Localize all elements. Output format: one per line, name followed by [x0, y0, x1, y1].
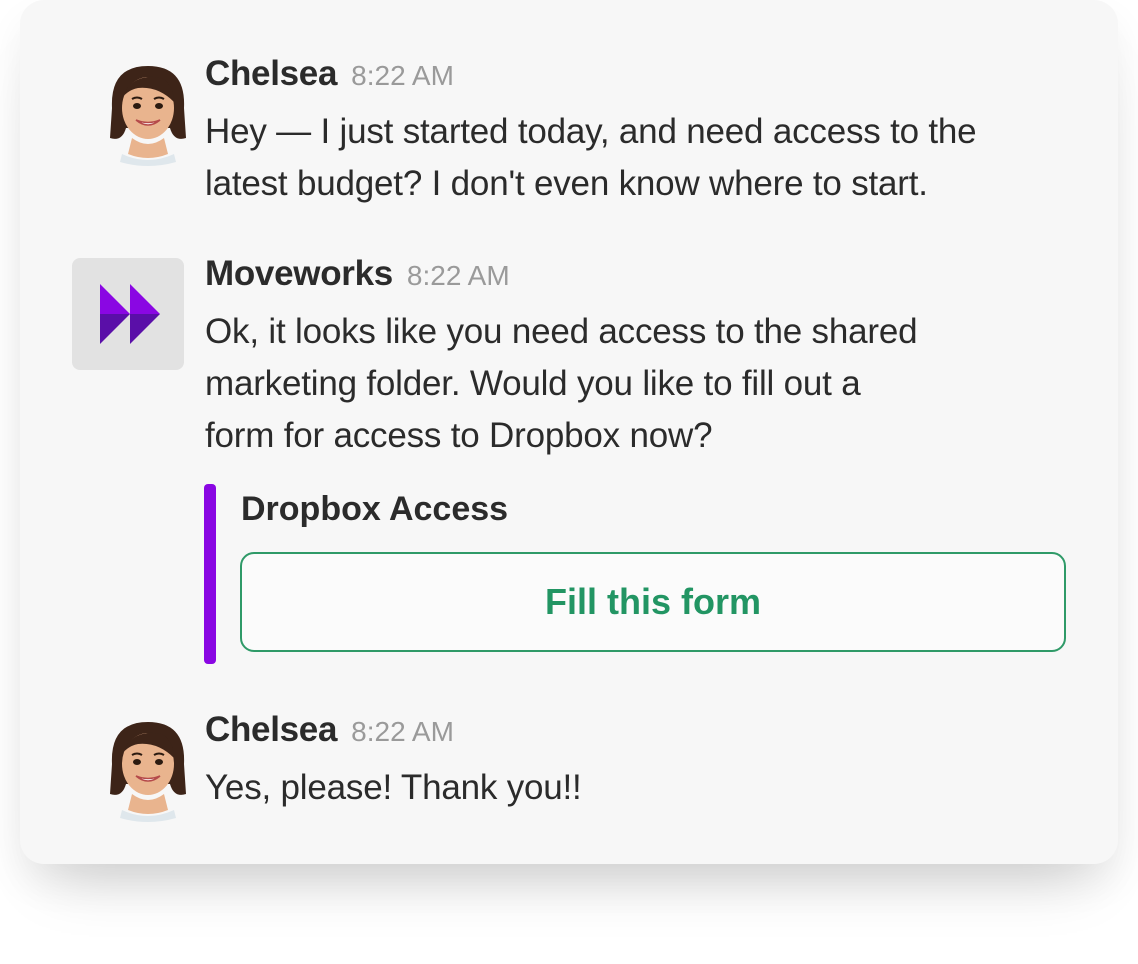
bot-avatar[interactable] [72, 258, 184, 370]
message-line: marketing folder. Would you like to fill… [205, 364, 861, 403]
message-line: latest budget? I don't even know where t… [205, 164, 928, 203]
message-header: Chelsea 8:22 AM [205, 710, 454, 750]
message-header: Chelsea 8:22 AM [205, 54, 454, 94]
message-body: Ok, it looks like you need access to the… [205, 306, 918, 462]
message-line: Hey — I just started today, and need acc… [205, 112, 977, 151]
message-timestamp[interactable]: 8:22 AM [351, 60, 454, 91]
user-avatar-icon[interactable] [92, 58, 204, 170]
attachment-title: Dropbox Access [241, 490, 509, 528]
sender-name[interactable]: Chelsea [205, 710, 337, 749]
chat-card: Chelsea 8:22 AM Hey — I just started toda… [20, 0, 1118, 864]
message-body: Hey — I just started today, and need acc… [205, 106, 977, 210]
message-line: form for access to Dropbox now? [205, 416, 713, 455]
attachment-accent-bar [204, 484, 216, 664]
sender-name[interactable]: Moveworks [205, 254, 393, 293]
fill-form-button[interactable]: Fill this form [240, 552, 1066, 652]
message-header: Moveworks 8:22 AM [205, 254, 510, 294]
moveworks-logo-icon [100, 284, 160, 344]
message-timestamp[interactable]: 8:22 AM [351, 716, 454, 747]
sender-name[interactable]: Chelsea [205, 54, 337, 93]
user-avatar-icon[interactable] [92, 714, 204, 826]
message-line: Ok, it looks like you need access to the… [205, 312, 918, 351]
message-body: Yes, please! Thank you!! [205, 762, 582, 814]
message-line: Yes, please! Thank you!! [205, 768, 582, 807]
message-timestamp[interactable]: 8:22 AM [407, 260, 510, 291]
